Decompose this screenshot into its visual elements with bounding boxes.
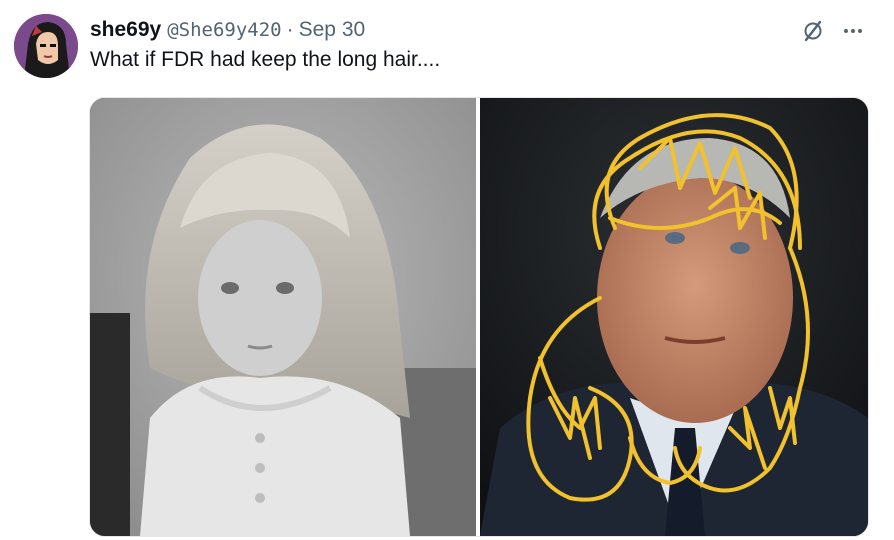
more-button[interactable] — [840, 18, 866, 44]
separator-dot: · — [286, 18, 294, 41]
avatar[interactable] — [14, 14, 78, 78]
tweet-text: What if FDR had keep the long hair.... — [90, 48, 441, 71]
user-handle[interactable]: @She69y420 — [167, 19, 281, 41]
tweet: she69y @She69y420 · Sep 30 What if FDR h… — [0, 0, 894, 540]
more-icon — [844, 29, 862, 33]
tweet-header: she69y @She69y420 · Sep 30 — [90, 17, 365, 43]
avatar-illustration-icon — [14, 14, 78, 78]
photo-fdr-with-drawn-hair[interactable] — [480, 98, 868, 536]
media-grid — [89, 97, 869, 537]
display-name[interactable]: she69y — [90, 18, 161, 42]
post-date[interactable]: Sep 30 — [299, 18, 366, 42]
photo-child-long-hair[interactable] — [90, 98, 476, 536]
grok-icon — [804, 20, 822, 42]
grok-button[interactable] — [800, 18, 826, 44]
child-photo-image — [90, 98, 476, 536]
fdr-photo-image — [480, 98, 868, 536]
